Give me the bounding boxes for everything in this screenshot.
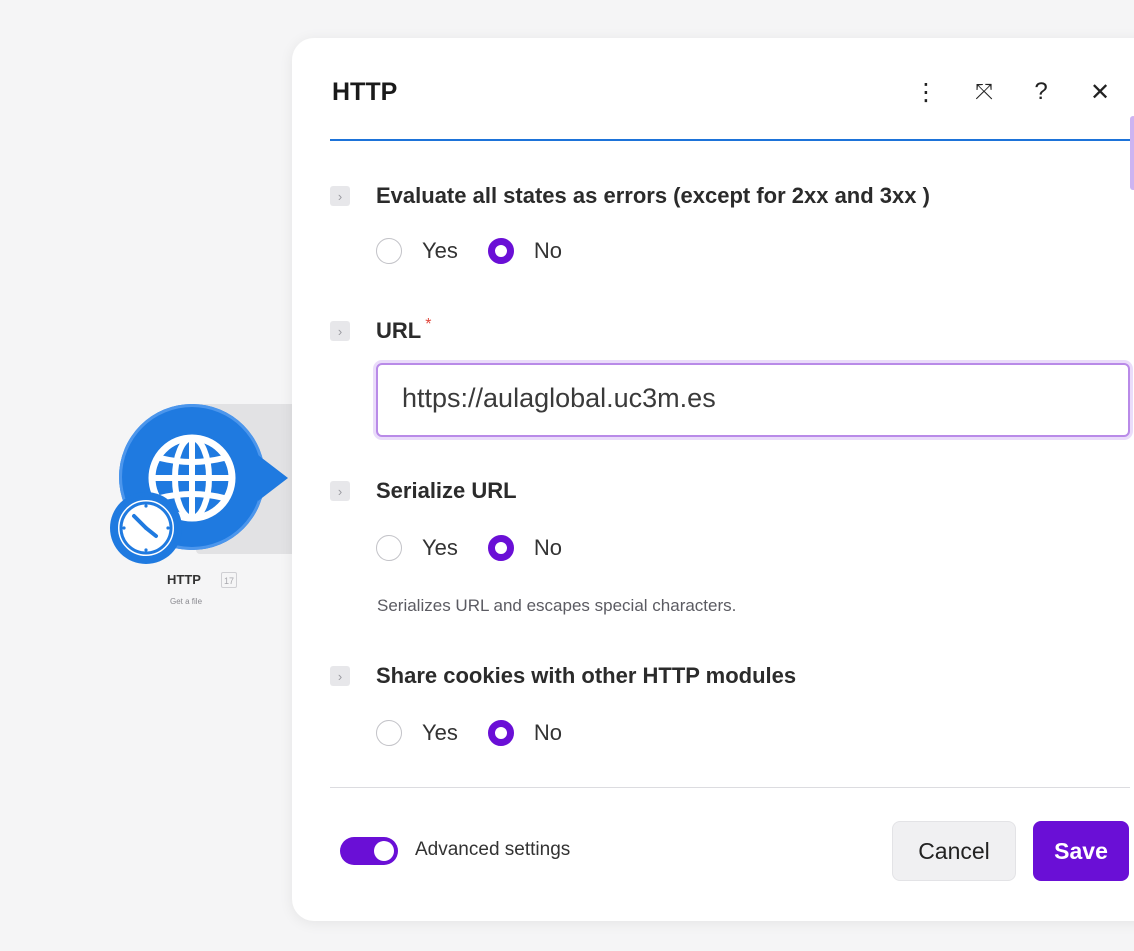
field-share-cookies-header: › Share cookies with other HTTP modules — [330, 663, 796, 689]
clock-icon — [110, 492, 182, 564]
radio-label-yes: Yes — [422, 238, 458, 263]
chevron-right-icon[interactable]: › — [330, 321, 350, 341]
serialize-url-radio-group: Yes No — [376, 535, 562, 561]
url-input[interactable]: https://aulaglobal.uc3m.es — [376, 363, 1130, 437]
evaluate-errors-no-radio[interactable] — [487, 238, 514, 264]
radio-label-no: No — [533, 720, 563, 745]
field-label: Share cookies with other HTTP modules — [376, 663, 797, 688]
cancel-button[interactable]: Cancel — [892, 821, 1016, 881]
share-cookies-yes-radio[interactable] — [376, 720, 402, 746]
node-id-badge: 17 — [221, 572, 237, 588]
field-evaluate-errors-header: › Evaluate all states as errors (except … — [330, 183, 930, 209]
module-settings-dialog: HTTP ⋮ ⤧ ? ✕ › Evaluate all states as er… — [292, 38, 1134, 921]
advanced-settings-label: Advanced settings — [415, 839, 571, 860]
advanced-settings-toggle[interactable] — [340, 837, 398, 865]
radio-label-no: No — [533, 535, 563, 560]
scenario-canvas: HTTP 17 Get a file HTTP ⋮ ⤧ ? ✕ › Evalua… — [0, 0, 1134, 951]
save-button[interactable]: Save — [1033, 821, 1129, 881]
field-url-header: › URL * — [330, 316, 432, 344]
footer-divider — [330, 787, 1130, 788]
share-cookies-radio-group: Yes No — [376, 720, 562, 746]
node-subtitle: Get a file — [170, 597, 203, 606]
share-cookies-no-radio[interactable] — [487, 720, 514, 746]
chevron-right-icon[interactable]: › — [330, 666, 350, 686]
field-label: Evaluate all states as errors (except fo… — [376, 183, 930, 208]
chevron-right-icon[interactable]: › — [330, 481, 350, 501]
maximize-icon[interactable]: ⤧ — [968, 76, 1000, 108]
toggle-knob — [374, 841, 394, 861]
serialize-url-no-radio[interactable] — [487, 535, 514, 561]
radio-label-no: No — [533, 238, 563, 263]
more-vertical-icon[interactable]: ⋮ — [910, 76, 942, 108]
field-label: URL — [376, 318, 422, 343]
field-serialize-url-header: › Serialize URL — [330, 478, 517, 504]
chevron-right-icon[interactable]: › — [330, 186, 350, 206]
radio-label-yes: Yes — [422, 535, 458, 560]
node-connector-arrow-icon — [258, 455, 288, 501]
dialog-title: HTTP — [332, 78, 398, 106]
scrollbar-thumb[interactable] — [1130, 116, 1134, 190]
node-title: HTTP — [167, 572, 201, 587]
serialize-url-yes-radio[interactable] — [376, 535, 402, 561]
radio-label-yes: Yes — [422, 720, 458, 745]
evaluate-errors-radio-group: Yes No — [376, 238, 562, 264]
close-icon[interactable]: ✕ — [1084, 76, 1116, 108]
evaluate-errors-yes-radio[interactable] — [376, 238, 402, 264]
field-label: Serialize URL — [376, 478, 517, 503]
required-marker: * — [425, 316, 432, 333]
help-icon[interactable]: ? — [1025, 76, 1057, 108]
header-divider — [330, 139, 1130, 141]
serialize-url-help-text: Serializes URL and escapes special chara… — [377, 596, 737, 615]
